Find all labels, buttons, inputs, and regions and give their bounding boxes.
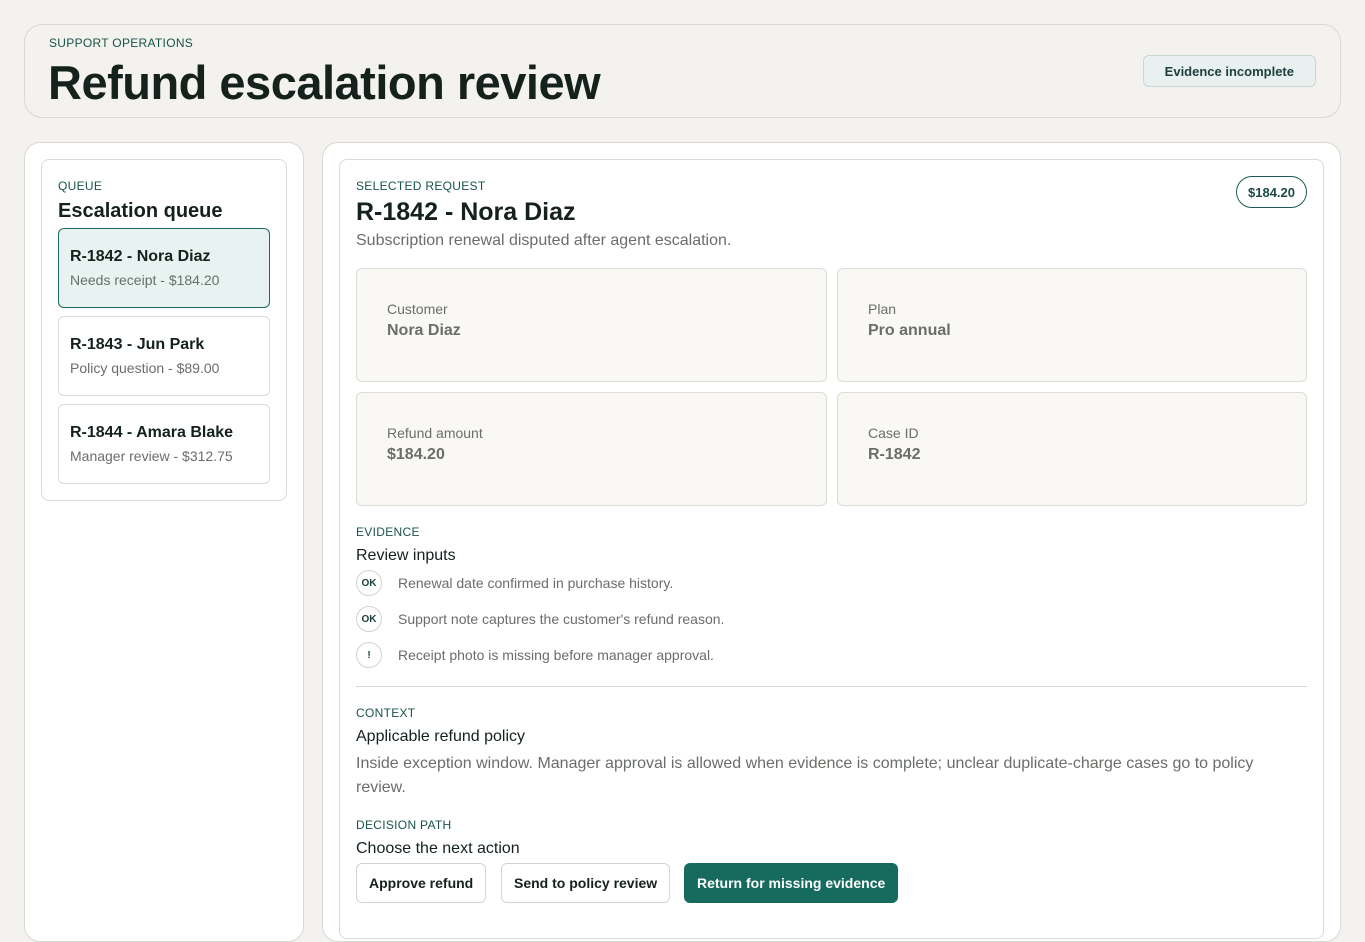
field-label: Refund amount [387,425,483,441]
field-value: Nora Diaz [387,322,461,339]
return-missing-evidence-button[interactable]: Return for missing evidence [684,863,899,903]
evidence-title: Review inputs [356,547,456,564]
page-title: Refund escalation review [48,56,601,109]
evidence-text: Support note captures the customer's ref… [398,611,725,627]
queue-card: QUEUE Escalation queue R-1842 - Nora Dia… [41,159,287,501]
approve-refund-button[interactable]: Approve refund [356,863,487,903]
queue-item-r1842[interactable]: R-1842 - Nora Diaz Needs receipt - $184.… [58,228,270,308]
plan-field: Plan Pro annual [837,268,1307,382]
evidence-item: OK Renewal date confirmed in purchase hi… [356,570,1156,596]
field-value: R-1842 [868,446,921,463]
queue-title: Escalation queue [58,200,223,222]
field-value: $184.20 [387,446,445,463]
queue-item-subtitle: Manager review - $312.75 [70,448,233,464]
context-title: Applicable refund policy [356,728,525,745]
queue-item-subtitle: Policy question - $89.00 [70,360,220,376]
evidence-item: ! Receipt photo is missing before manage… [356,642,1156,668]
queue-eyebrow: QUEUE [58,179,103,193]
queue-item-subtitle: Needs receipt - $184.20 [70,272,220,288]
policy-review-button[interactable]: Send to policy review [501,863,671,903]
case-id-field: Case ID R-1842 [837,392,1307,506]
queue-item-title: R-1844 - Amara Blake [70,424,234,441]
evidence-eyebrow: EVIDENCE [356,525,420,539]
warning-badge: ! [356,642,382,668]
queue-item-r1844[interactable]: R-1844 - Amara Blake Manager review - $3… [58,404,270,484]
context-eyebrow: CONTEXT [356,706,416,720]
amount-badge: $184.20 [1236,176,1307,208]
evidence-text: Renewal date confirmed in purchase histo… [398,575,674,591]
evidence-item: OK Support note captures the customer's … [356,606,1156,632]
customer-field: Customer Nora Diaz [356,268,827,382]
request-detail-card: SELECTED REQUEST R-1842 - Nora Diaz Subs… [339,159,1324,939]
ok-badge: OK [356,606,382,632]
request-summary: Subscription renewal disputed after agen… [356,232,732,249]
decision-title: Choose the next action [356,840,520,857]
queue-panel: QUEUE Escalation queue R-1842 - Nora Dia… [24,142,304,942]
policy-description: Inside exception window. Manager approva… [356,755,1254,796]
page-header: SUPPORT OPERATIONS Refund escalation rev… [24,24,1341,118]
evidence-text: Receipt photo is missing before manager … [398,647,714,663]
field-label: Case ID [868,425,919,441]
field-label: Customer [387,301,448,317]
decision-eyebrow: DECISION PATH [356,818,452,832]
field-label: Plan [868,301,897,317]
header-eyebrow: SUPPORT OPERATIONS [49,36,194,50]
field-value: Pro annual [868,322,951,339]
request-title: R-1842 - Nora Diaz [356,198,576,226]
ok-badge: OK [356,570,382,596]
queue-item-r1843[interactable]: R-1843 - Jun Park Policy question - $89.… [58,316,270,396]
status-badge: Evidence incomplete [1142,55,1316,87]
queue-item-title: R-1842 - Nora Diaz [70,248,211,265]
section-divider [356,686,1307,687]
detail-panel: SELECTED REQUEST R-1842 - Nora Diaz Subs… [322,142,1341,942]
selected-eyebrow: SELECTED REQUEST [356,179,486,193]
queue-item-title: R-1843 - Jun Park [70,336,205,353]
refund-amount-field: Refund amount $184.20 [356,392,827,506]
